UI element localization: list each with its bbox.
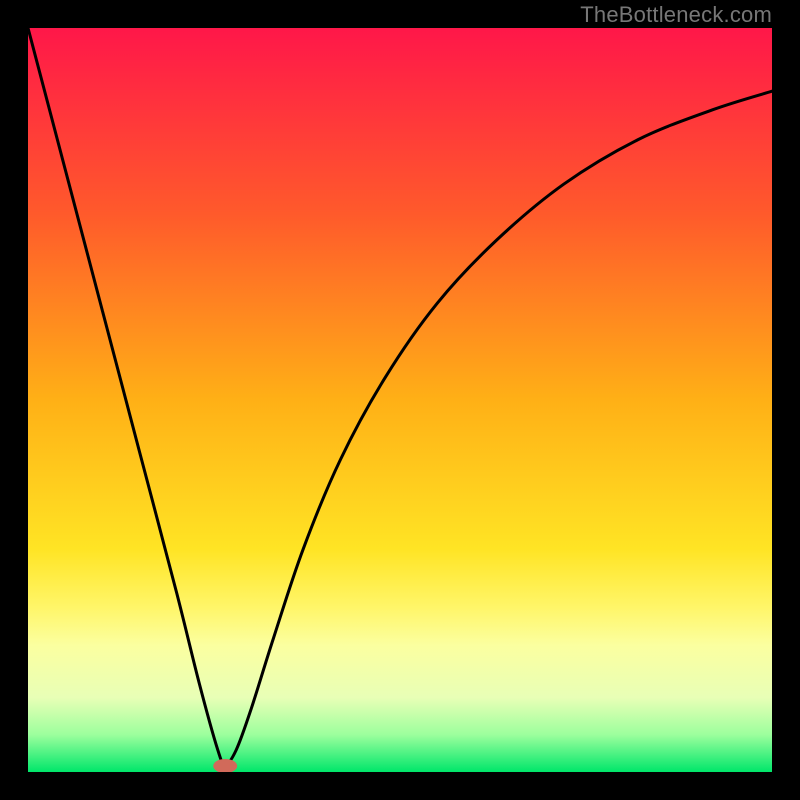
watermark-text: TheBottleneck.com [580,2,772,28]
bottleneck-chart [28,28,772,772]
chart-background [28,28,772,772]
chart-frame [28,28,772,772]
